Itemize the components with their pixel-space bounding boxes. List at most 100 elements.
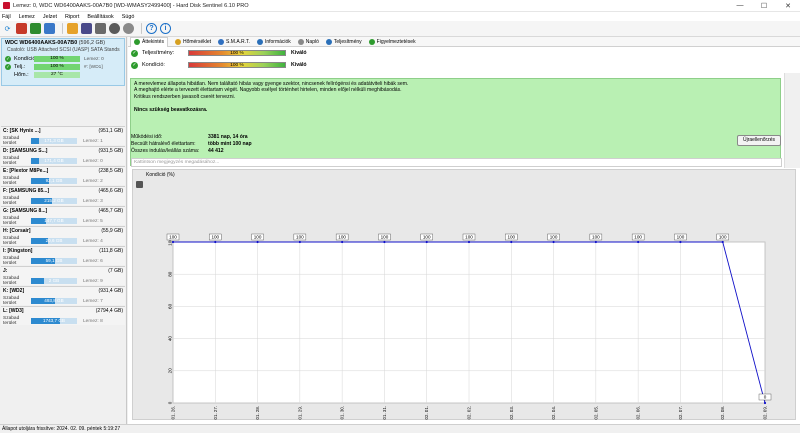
data-label: 100: [423, 235, 431, 240]
volume-item[interactable]: I: [Kingston] (111,8 GB) Szabad terület 59,…: [1, 246, 125, 266]
menu-help[interactable]: Súgó: [122, 14, 135, 20]
comment-input[interactable]: Kattintson megjegyzés megadásához...: [131, 158, 782, 167]
ok-icon: ✓: [5, 64, 11, 70]
data-label: 100: [507, 235, 515, 240]
free-space-label: Szabad terület: [3, 256, 20, 266]
menu-report[interactable]: Riport: [65, 14, 79, 20]
menu-disk[interactable]: Lemez: [19, 14, 35, 20]
condition-label: Kondíció:: [14, 56, 37, 62]
free-space-bar: 171,3 GB: [31, 138, 77, 144]
data-point: [510, 240, 513, 244]
info-key: Működési idő:: [131, 134, 163, 140]
ok-icon: ✓: [131, 61, 138, 69]
volume-item[interactable]: D: [SAMSUNG S...] (931,5 GB) Szabad terüle…: [1, 146, 125, 166]
disk-performance-row: ✓ Telj.: 100 % #: [WD1]: [5, 63, 121, 71]
info-row: Működési idő: 3381 nap, 14 óra: [131, 134, 531, 141]
volume-name: J:: [3, 268, 8, 274]
copy-icon[interactable]: [44, 23, 55, 34]
help-icon[interactable]: ?: [146, 23, 157, 34]
x-tick-label: 2024. 02. 05.: [593, 406, 598, 421]
volume-free-row: Szabad terület 493,8 GB Lemez: 7: [3, 296, 123, 306]
info-icon[interactable]: i: [160, 23, 171, 34]
tab-label: S.M.A.R.T.: [226, 38, 250, 45]
temperature-value: 27 °C: [34, 72, 80, 78]
alert-icon: [368, 38, 375, 45]
status-label: Teljesítmény:: [142, 50, 175, 56]
volume-item[interactable]: E: [Plextor M8Pe...] (238,5 GB) Szabad ter…: [1, 166, 125, 186]
info-icon: [256, 38, 263, 45]
x-tick-label: 2024. 02. 08.: [720, 406, 725, 421]
volume-disk: Lemez: 2: [83, 178, 103, 184]
free-space-value: 147,7 GB: [44, 218, 64, 223]
disk-label: #: [WD1]: [84, 64, 103, 70]
thermometer-icon: [174, 38, 181, 45]
menu-report-mark[interactable]: Jelzet: [43, 14, 57, 20]
disk-number: Lemez: 0: [84, 56, 104, 62]
camera-icon[interactable]: [109, 23, 120, 34]
status-rating: Kiváló: [291, 50, 307, 56]
tab-log[interactable]: Napló: [297, 38, 319, 45]
free-space-bar: 147,7 GB: [31, 218, 77, 224]
close-button[interactable]: ✕: [776, 0, 800, 12]
report-icon[interactable]: [67, 23, 78, 34]
menu-settings[interactable]: Beállítások: [87, 14, 113, 20]
volume-free-row: Szabad terület 92,1 GB Lemez: 2: [3, 176, 123, 186]
config-icon[interactable]: [123, 23, 134, 34]
message-note: Nincs szükség beavatkozásra.: [134, 107, 208, 114]
data-point: [214, 240, 217, 244]
data-label: 100: [338, 235, 346, 240]
volume-header: G: [SAMSUNG 8...] (465,7 GB): [3, 208, 123, 214]
free-space-value: 1743,7 GB: [43, 318, 65, 323]
free-space-bar: 20,6 GB: [31, 238, 77, 244]
print-icon[interactable]: [95, 23, 106, 34]
selected-disk-card[interactable]: WDC WD6400AAKS-00A7B0 (596,2 GB) Csatoló…: [1, 38, 125, 86]
volume-header: H: [Corsair] (55,9 GB): [3, 228, 123, 234]
volume-size: (2794,4 GB): [95, 308, 123, 314]
x-tick-label: 2024. 02. 06.: [636, 406, 641, 421]
free-space-value: 59,1 GB: [45, 258, 63, 263]
data-label: 100: [465, 235, 473, 240]
tab-performance[interactable]: Teljesítmény: [325, 38, 362, 45]
volume-item[interactable]: J: (7 GB) Szabad terület 2 GB Lemez: 9: [1, 266, 125, 286]
data-point: [256, 240, 259, 244]
info-value: több mint 100 nap: [208, 141, 252, 147]
minimize-button[interactable]: —: [728, 0, 752, 12]
free-space-label: Szabad terület: [3, 276, 20, 286]
tab-overview[interactable]: Áttekintés: [130, 36, 168, 47]
volume-size: (55,9 GB): [101, 228, 123, 234]
menu-file[interactable]: Fájl: [2, 14, 11, 20]
refresh-button[interactable]: Újraellenőrzés: [737, 135, 781, 146]
tab-information[interactable]: Információk: [256, 38, 291, 45]
ok-icon: ✓: [131, 49, 138, 57]
volume-free-row: Szabad terület 59,1 GB Lemez: 6: [3, 256, 123, 266]
volume-item[interactable]: C: [SK Hynix ...] (951,1 GB) Szabad terüle…: [1, 126, 125, 146]
volume-item[interactable]: K: [WD2] (931,4 GB) Szabad terület 493,8 GB…: [1, 286, 125, 306]
tab-temperature[interactable]: Hőmérséklet: [174, 38, 211, 45]
free-space-value: 20,6 GB: [45, 238, 63, 243]
volume-header: I: [Kingston] (111,8 GB): [3, 248, 123, 254]
disk-icon[interactable]: [16, 23, 27, 34]
ok-icon: ✓: [5, 56, 11, 62]
tab-alerts[interactable]: Figyelmeztetések: [368, 38, 416, 45]
tab-smart[interactable]: S.M.A.R.T.: [218, 38, 250, 45]
volume-item[interactable]: F: [SAMSUNG 85...] (465,6 GB) Szabad terül…: [1, 186, 125, 206]
volume-disk: Lemez: 3: [83, 198, 103, 204]
graph-icon[interactable]: [30, 23, 41, 34]
x-tick-label: 2024. 02. 07.: [678, 406, 683, 421]
x-tick-label: 2024. 01. 29.: [297, 406, 302, 421]
data-point: [171, 240, 175, 244]
x-tick-label: 2024. 01. 31.: [382, 406, 387, 421]
message-line: Kritikus rendszerben javasolt cserét ter…: [134, 93, 236, 100]
volume-item[interactable]: H: [Corsair] (55,9 GB) Szabad terület 20,6 …: [1, 226, 125, 246]
tab-label: Információk: [264, 38, 291, 45]
volume-item[interactable]: L: [WD3] (2794,4 GB) Szabad terület 1743,7 …: [1, 306, 125, 326]
data-label: 100: [296, 235, 304, 240]
data-label: 100: [550, 235, 558, 240]
maximize-button[interactable]: ☐: [752, 0, 776, 12]
refresh-icon[interactable]: ⟳: [2, 23, 13, 34]
free-space-value: 171,4 GB: [44, 158, 64, 163]
free-space-bar: 59,1 GB: [31, 258, 77, 264]
volume-item[interactable]: G: [SAMSUNG 8...] (465,7 GB) Szabad terüle…: [1, 206, 125, 226]
vertical-scrollbar[interactable]: [784, 73, 800, 168]
save-icon[interactable]: [81, 23, 92, 34]
